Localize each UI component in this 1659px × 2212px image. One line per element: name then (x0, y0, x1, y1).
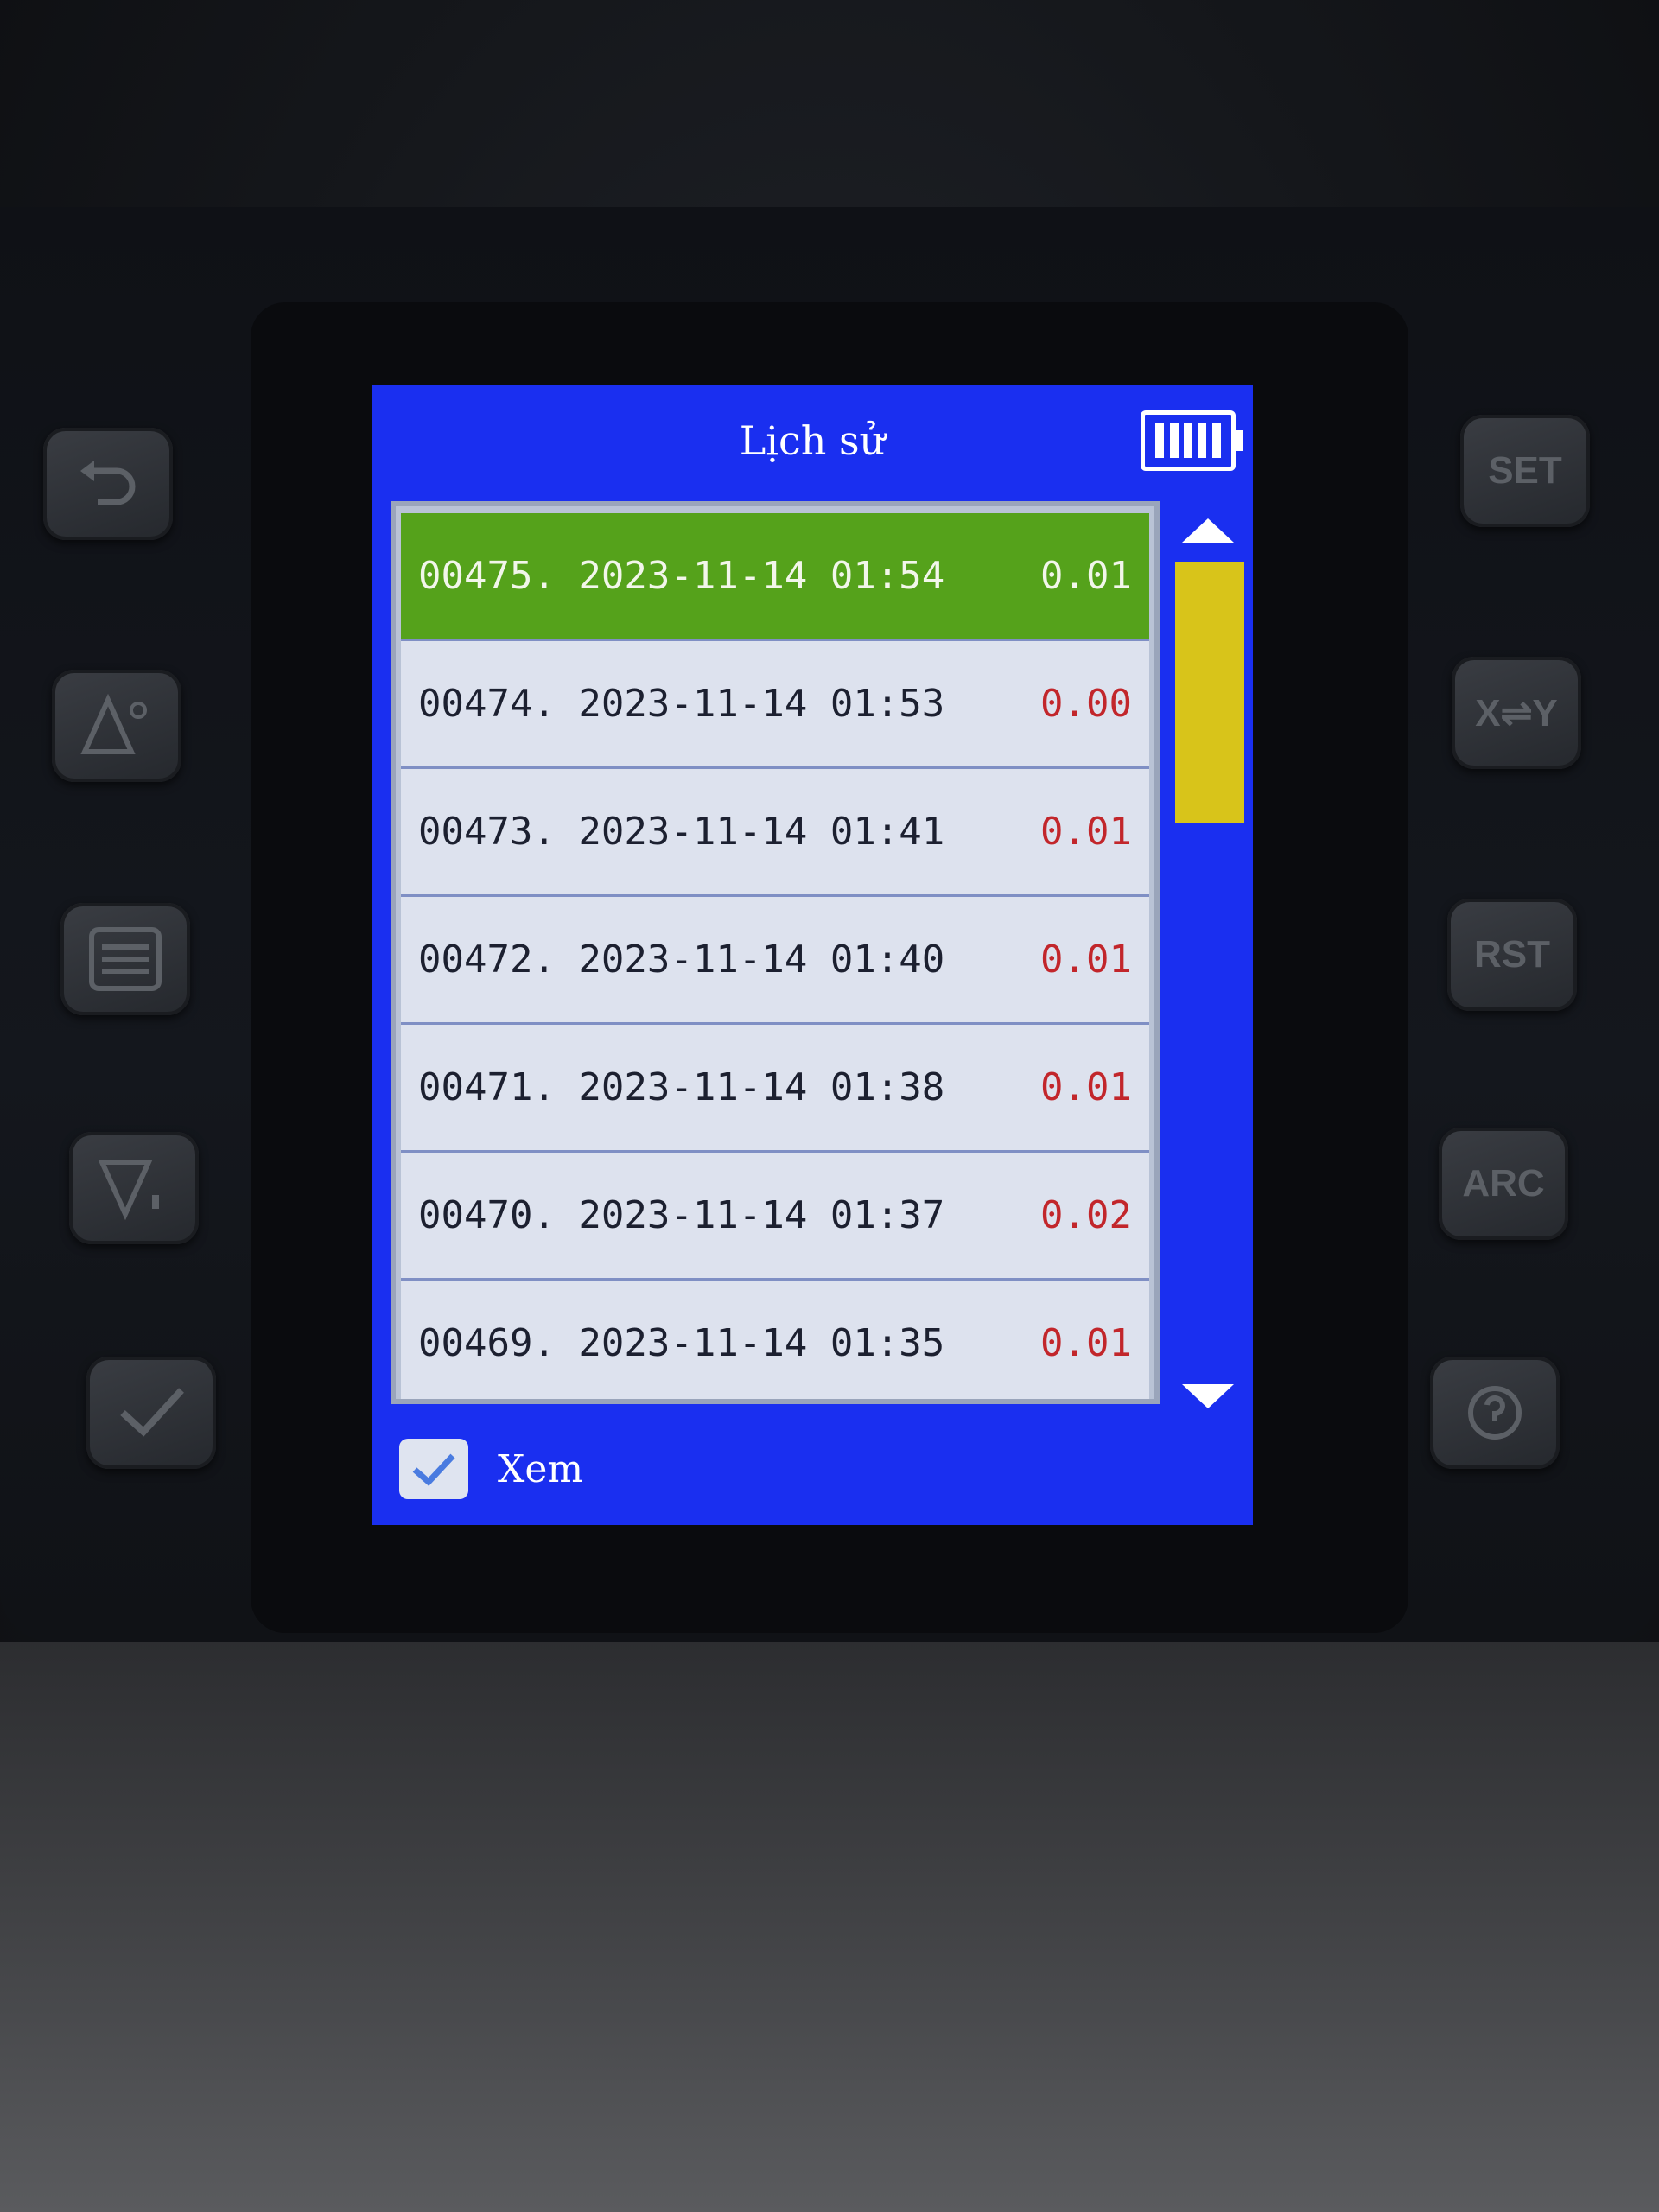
brightness-up-icon (80, 693, 147, 754)
history-entry: 00475. 2023-11-14 01:54 (418, 554, 945, 598)
history-entry: 00470. 2023-11-14 01:37 (418, 1193, 945, 1237)
brightness-up-button[interactable] (52, 670, 181, 782)
volume-down-button[interactable] (69, 1132, 199, 1244)
confirm-button[interactable] (86, 1357, 216, 1469)
history-value: 0.01 (1040, 554, 1132, 598)
scroll-thumb[interactable] (1175, 562, 1244, 823)
history-row[interactable]: 00473. 2023-11-14 01:41 0.01 (401, 769, 1149, 897)
scroll-down-arrow-icon[interactable] (1182, 1384, 1234, 1408)
history-row[interactable]: 00469. 2023-11-14 01:35 0.01 (401, 1281, 1149, 1399)
view-checkbox[interactable] (399, 1439, 468, 1499)
history-row-selected[interactable]: 00475. 2023-11-14 01:54 0.01 (401, 513, 1149, 641)
battery-full-icon (1141, 410, 1243, 471)
lcd-screen: Lịch sử 00475. 2023-11-14 01:54 0.01 00474… (372, 385, 1253, 1525)
history-value: 0.01 (1040, 938, 1132, 982)
scroll-up-arrow-icon[interactable] (1182, 518, 1234, 543)
volume-down-icon (98, 1160, 159, 1221)
history-list[interactable]: 00475. 2023-11-14 01:54 0.01 00474. 2023-1… (391, 501, 1160, 1404)
set-button[interactable]: SET (1460, 415, 1590, 527)
history-value: 0.02 (1040, 1193, 1132, 1237)
screen-header: Lịch sử (372, 385, 1253, 497)
menu-list-icon (89, 927, 162, 991)
history-row[interactable]: 00474. 2023-11-14 01:53 0.00 (401, 641, 1149, 769)
history-value: 0.01 (1040, 810, 1132, 854)
swap-xy-button[interactable]: X⇌Y (1452, 657, 1581, 769)
background-surface (0, 1642, 1659, 2212)
scroll-track[interactable] (1175, 562, 1244, 1357)
history-row[interactable]: 00472. 2023-11-14 01:40 0.01 (401, 897, 1149, 1025)
back-button[interactable] (43, 428, 173, 540)
history-entry: 00473. 2023-11-14 01:41 (418, 810, 945, 854)
view-label: Xem (498, 1446, 584, 1491)
history-row[interactable]: 00470. 2023-11-14 01:37 0.02 (401, 1153, 1149, 1281)
menu-button[interactable] (60, 903, 190, 1015)
history-entry: 00474. 2023-11-14 01:53 (418, 682, 945, 726)
help-button[interactable] (1430, 1357, 1560, 1469)
checkmark-icon (412, 1453, 455, 1486)
page-title: Lịch sử (739, 417, 886, 464)
history-row[interactable]: 00471. 2023-11-14 01:38 0.01 (401, 1025, 1149, 1153)
history-value: 0.01 (1040, 1065, 1132, 1109)
screen-footer: Xem (372, 1413, 1253, 1525)
confirm-check-icon (120, 1388, 184, 1437)
history-entry: 00472. 2023-11-14 01:40 (418, 938, 945, 982)
scrollbar[interactable] (1166, 518, 1244, 1408)
back-icon (80, 461, 136, 505)
history-value: 0.01 (1040, 1321, 1132, 1365)
help-icon (1468, 1386, 1522, 1440)
reset-button[interactable]: RST (1447, 899, 1577, 1011)
history-entry: 00469. 2023-11-14 01:35 (418, 1321, 945, 1365)
arc-button[interactable]: ARC (1439, 1128, 1568, 1240)
history-value: 0.00 (1040, 682, 1132, 726)
history-entry: 00471. 2023-11-14 01:38 (418, 1065, 945, 1109)
